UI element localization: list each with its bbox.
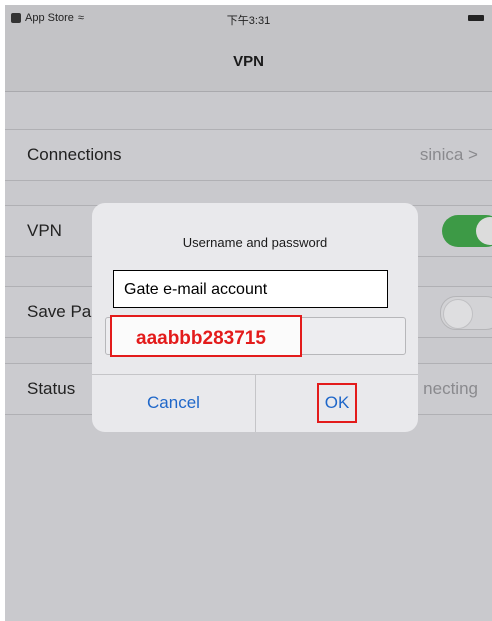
cancel-label: Cancel xyxy=(147,393,200,412)
connections-row[interactable]: Connections sinica > xyxy=(5,129,492,181)
ok-button[interactable]: OK xyxy=(256,374,418,432)
status-value: necting xyxy=(423,379,478,398)
battery-icon xyxy=(468,15,484,21)
toggle-knob xyxy=(443,299,473,329)
vpn-toggle[interactable] xyxy=(442,215,492,247)
password-field[interactable]: aaabbb283715 xyxy=(110,315,302,357)
phone-screen: App Store ≈ 下午3:31 VPN Connections sinic… xyxy=(5,5,492,621)
toggle-knob xyxy=(476,217,492,245)
save-password-label: Save Pa xyxy=(27,302,92,321)
status-time: 下午3:31 xyxy=(226,15,271,27)
dialog-title: Username and password xyxy=(182,235,328,250)
save-password-toggle[interactable] xyxy=(440,296,492,330)
connections-label: Connections xyxy=(27,145,122,164)
page-title: VPN xyxy=(233,53,264,70)
vpn-label: VPN xyxy=(27,221,62,240)
ok-label: OK xyxy=(324,393,350,412)
status-label: Status xyxy=(27,379,76,398)
status-bar: App Store ≈ 下午3:31 xyxy=(5,5,492,31)
login-dialog: Username and password Gate e-mail accoun… xyxy=(92,203,418,432)
cancel-button[interactable]: Cancel xyxy=(92,374,255,432)
navigation-bar: VPN xyxy=(5,31,492,92)
username-field[interactable]: Gate e-mail account xyxy=(113,270,388,308)
connections-value: sinica > xyxy=(419,145,478,164)
ok-highlight-box: OK xyxy=(317,383,357,423)
